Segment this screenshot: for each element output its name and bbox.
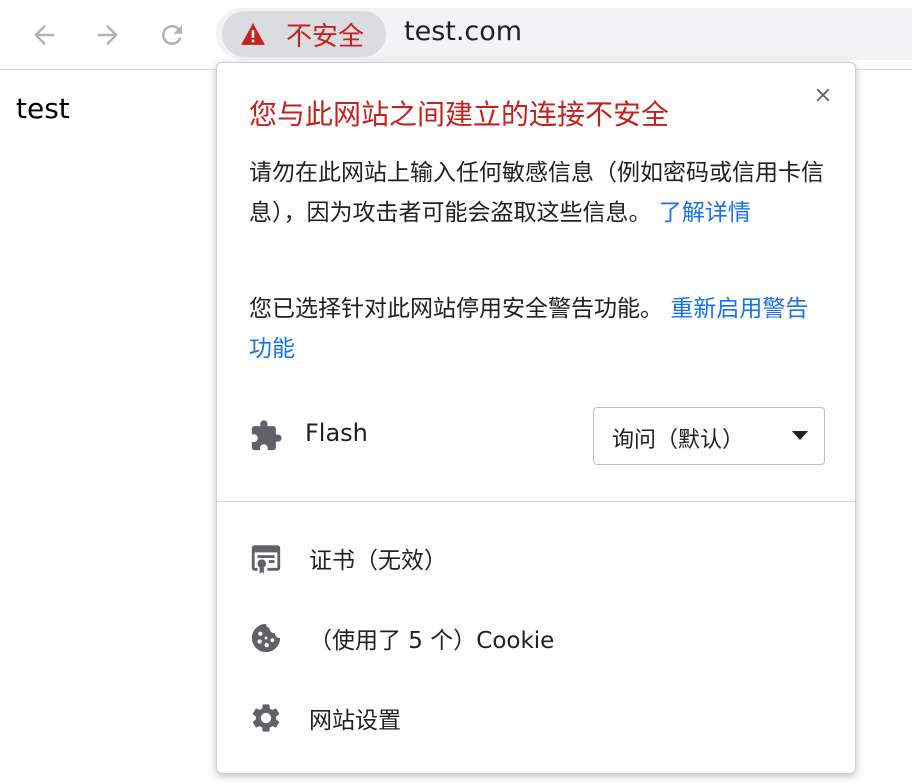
certificate-icon — [251, 545, 281, 574]
reload-button[interactable] — [152, 15, 192, 55]
forward-arrow-icon — [98, 25, 118, 45]
learn-more-link[interactable]: 了解详情 — [659, 200, 751, 226]
popup-title: 您与此网站之间建立的连接不安全 — [249, 98, 670, 131]
notice-text: 您已选择针对此网站停用安全警告功能。 — [249, 296, 663, 322]
chevron-down-icon — [792, 431, 808, 440]
warning-triangle-icon — [241, 23, 265, 45]
back-arrow-icon — [34, 25, 54, 45]
cookies-label: （使用了 5 个）Cookie — [309, 628, 555, 654]
site-info-popup: 您与此网站之间建立的连接不安全 请勿在此网站上输入任何敏感信息（例如密码或信用卡… — [216, 62, 856, 774]
flash-label: Flash — [305, 419, 368, 447]
divider — [217, 501, 855, 502]
cookie-icon — [251, 623, 281, 653]
certificate-label: 证书（无效） — [309, 548, 447, 574]
forward-button[interactable] — [88, 15, 128, 55]
back-button[interactable] — [24, 15, 64, 55]
cookies-menu-item[interactable]: （使用了 5 个）Cookie — [217, 605, 855, 669]
page-body-text: test — [16, 92, 70, 125]
flash-permission-value: 询问（默认） — [612, 428, 745, 453]
security-indicator-button[interactable]: 不安全 — [222, 11, 386, 57]
browser-toolbar: 不安全 test.com — [0, 0, 912, 70]
reload-icon — [162, 25, 182, 45]
flash-permission-select[interactable]: 询问（默认） — [593, 407, 825, 465]
certificate-menu-item[interactable]: 证书（无效） — [217, 525, 855, 589]
site-settings-menu-item[interactable]: 网站设置 — [217, 685, 855, 749]
close-button[interactable] — [807, 79, 839, 111]
warnings-disabled-notice: 您已选择针对此网站停用安全警告功能。 重新启用警告功能 — [249, 289, 829, 369]
insecure-connection-warning: 请勿在此网站上输入任何敏感信息（例如密码或信用卡信息），因为攻击者可能会盗取这些… — [249, 153, 829, 233]
gear-icon — [252, 704, 280, 732]
puzzle-piece-icon — [251, 420, 282, 451]
security-status-label: 不安全 — [286, 21, 365, 52]
flash-permission-row: Flash 询问（默认） — [249, 407, 825, 465]
close-icon — [816, 88, 830, 102]
site-settings-label: 网站设置 — [309, 708, 401, 734]
url-text[interactable]: test.com — [404, 16, 522, 47]
